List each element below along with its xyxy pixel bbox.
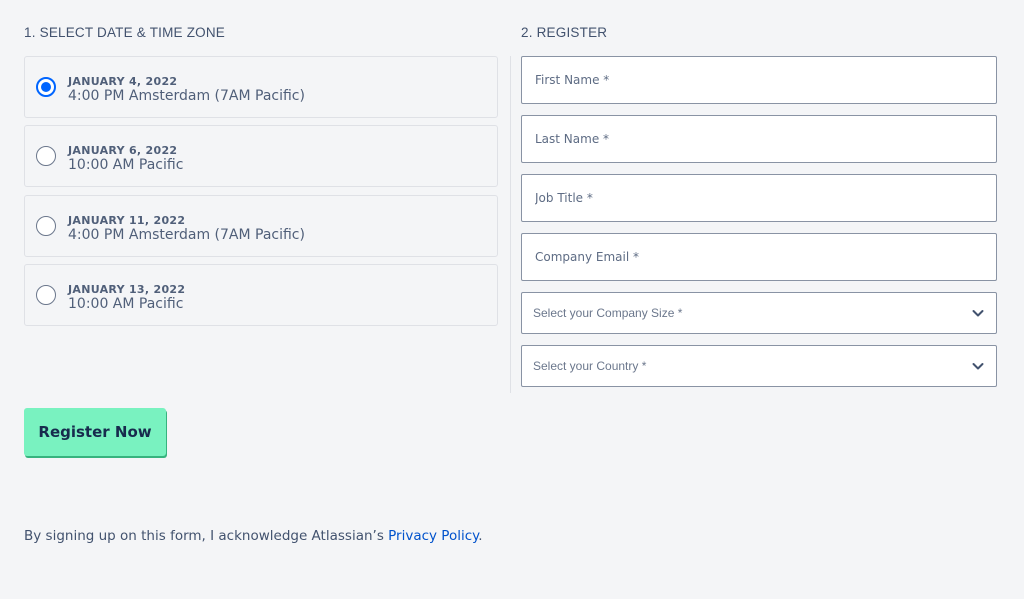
chevron-down-icon (972, 310, 984, 317)
chevron-down-icon (972, 363, 984, 370)
column-divider (510, 56, 511, 393)
option-date: JANUARY 11, 2022 (68, 214, 186, 227)
date-option-jan-13[interactable]: JANUARY 13, 2022 10:00 AM Pacific (24, 264, 498, 326)
option-date: JANUARY 6, 2022 (68, 144, 178, 157)
job-title-input[interactable] (535, 175, 975, 221)
first-name-input[interactable] (535, 57, 975, 103)
date-option-jan-4[interactable]: JANUARY 4, 2022 4:00 PM Amsterdam (7AM P… (24, 56, 498, 118)
company-size-select-label: Select your Company Size * (533, 306, 683, 320)
option-time: 10:00 AM Pacific (68, 296, 184, 312)
option-time: 4:00 PM Amsterdam (7AM Pacific) (68, 227, 305, 243)
radio-button[interactable] (36, 216, 56, 236)
option-date: JANUARY 4, 2022 (68, 75, 178, 88)
privacy-notice: By signing up on this form, I acknowledg… (24, 528, 483, 544)
date-option-jan-6[interactable]: JANUARY 6, 2022 10:00 AM Pacific (24, 125, 498, 187)
country-select-label: Select your Country * (533, 359, 647, 373)
radio-button[interactable] (36, 285, 56, 305)
company-email-input[interactable] (535, 234, 975, 280)
privacy-notice-text: By signing up on this form, I acknowledg… (24, 528, 389, 544)
register-now-button[interactable]: Register Now (24, 408, 166, 456)
privacy-notice-suffix: . (478, 528, 483, 544)
option-date: JANUARY 13, 2022 (68, 283, 186, 296)
radio-button[interactable] (36, 146, 56, 166)
first-name-field-container (521, 56, 997, 104)
section-title-date-time: 1. SELECT DATE & TIME ZONE (24, 25, 225, 40)
section-title-register: 2. REGISTER (521, 25, 608, 40)
last-name-field-container (521, 115, 997, 163)
company-email-field-container (521, 233, 997, 281)
job-title-field-container (521, 174, 997, 222)
last-name-input[interactable] (535, 116, 975, 162)
option-time: 10:00 AM Pacific (68, 157, 184, 173)
option-time: 4:00 PM Amsterdam (7AM Pacific) (68, 88, 305, 104)
country-select[interactable]: Select your Country * (521, 345, 997, 387)
radio-button-selected[interactable] (36, 77, 56, 97)
date-option-jan-11[interactable]: JANUARY 11, 2022 4:00 PM Amsterdam (7AM … (24, 195, 498, 257)
company-size-select[interactable]: Select your Company Size * (521, 292, 997, 334)
privacy-policy-link[interactable]: Privacy Policy (388, 528, 478, 544)
